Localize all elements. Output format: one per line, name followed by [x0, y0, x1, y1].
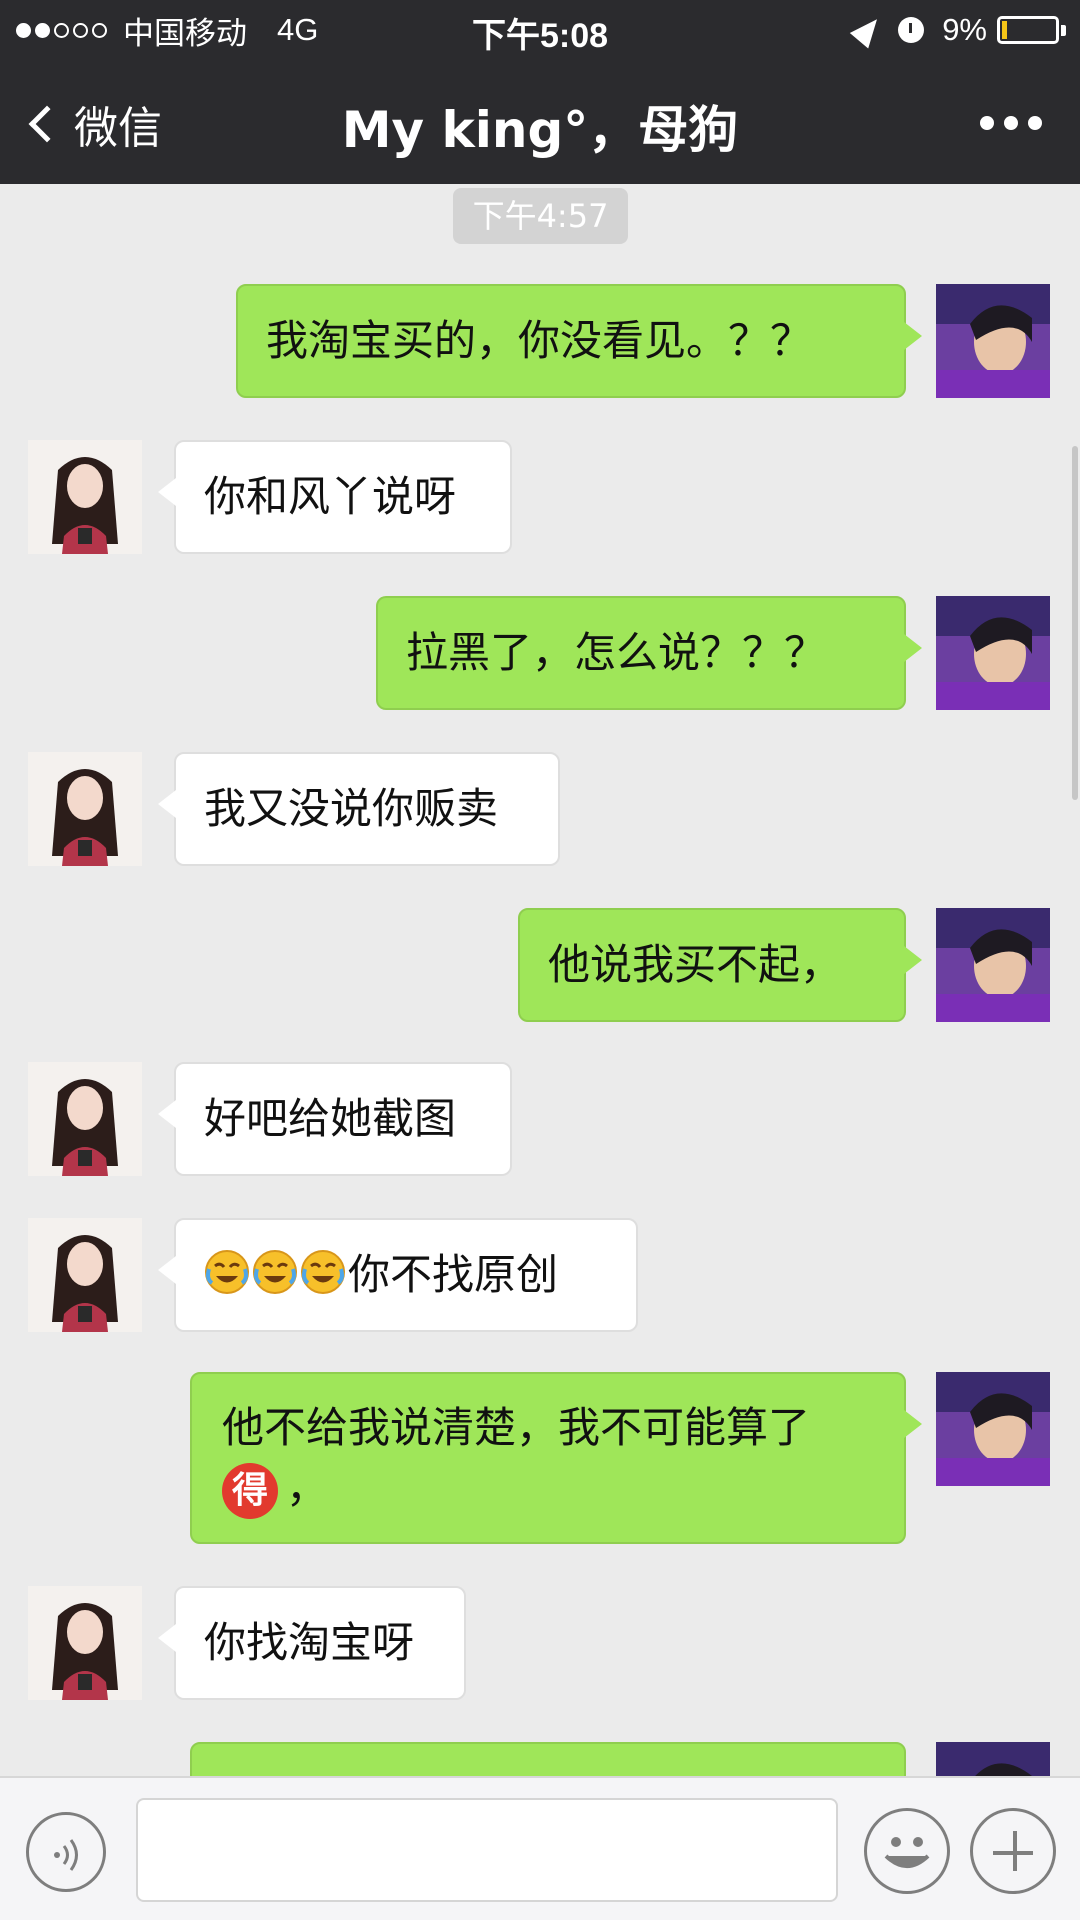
battery-percent: 9% — [942, 12, 987, 47]
alarm-icon — [898, 17, 925, 43]
contact-avatar[interactable] — [28, 1062, 142, 1176]
chat-area[interactable]: 下午4:57 我淘宝买的，你没看见。？？ 你和风丫说呀 拉黑了，怎么说？？？ 我… — [0, 184, 1080, 1776]
chat-title: My king°，母狗 — [341, 101, 739, 159]
contact-avatar[interactable] — [28, 752, 142, 866]
message-text: 拉黑了，怎么说？？？ — [406, 628, 827, 677]
status-bar: 中国移动 4G 下午5:08 9% — [0, 0, 1080, 58]
crying-laugh-emoji-icon — [205, 1250, 249, 1294]
chat-scrollbar[interactable] — [1072, 446, 1078, 800]
crying-laugh-emoji-icon — [301, 1250, 345, 1294]
message-text: 你找淘宝呀 — [204, 1618, 415, 1667]
sent-message-bubble[interactable]: 我淘宝买的，你没看见。？？ — [236, 284, 922, 398]
more-options-button[interactable] — [970, 116, 1042, 130]
more-dot-icon — [980, 116, 994, 130]
contact-avatar[interactable] — [28, 1218, 142, 1332]
voice-input-button[interactable] — [26, 1812, 106, 1892]
message-text: 我又没说你贩卖 — [204, 784, 499, 833]
sent-message-bubble[interactable]: 他说我买不起， — [518, 908, 922, 1022]
de-badge-icon: 得 — [222, 1462, 278, 1519]
more-dot-icon — [1004, 116, 1018, 130]
battery-icon — [997, 16, 1066, 44]
message-text: 好吧给她截图 — [204, 1094, 457, 1143]
message-text: 我淘宝买的，你没看见。？？ — [266, 316, 813, 365]
contact-avatar[interactable] — [28, 1586, 142, 1700]
self-avatar[interactable] — [936, 908, 1050, 1022]
message-text-suffix: ， — [286, 1463, 329, 1512]
sent-message-bubble[interactable]: 拉黑了，怎么说？？？ — [376, 596, 922, 710]
more-functions-button[interactable] — [970, 1808, 1056, 1894]
emoji-button[interactable] — [864, 1808, 950, 1894]
message-text: 你不找原创 — [348, 1250, 559, 1299]
nav-bar: 微信 My king°，母狗 — [0, 58, 1080, 184]
voice-wave-icon — [54, 1839, 78, 1871]
chat-timestamp: 下午4:57 — [453, 188, 628, 244]
input-bar — [0, 1776, 1080, 1920]
received-message-bubble[interactable]: 你不找原创 — [158, 1218, 638, 1332]
message-text-line: 得， — [222, 1458, 874, 1519]
contact-avatar[interactable] — [28, 440, 142, 554]
self-avatar[interactable] — [936, 1372, 1050, 1486]
battery-fill — [1002, 21, 1007, 39]
self-avatar[interactable] — [936, 1742, 1050, 1776]
location-arrow-icon — [849, 11, 887, 49]
sent-message-bubble[interactable]: 他不给我说清楚，我不可能算了 得， — [190, 1372, 922, 1544]
message-text: 他说我买不起， — [548, 940, 843, 989]
message-text-line: 他不给我说清楚，我不可能算了 — [222, 1403, 811, 1452]
self-avatar[interactable] — [936, 284, 1050, 398]
received-message-bubble[interactable]: 你找淘宝呀 — [158, 1586, 466, 1700]
self-avatar[interactable] — [936, 596, 1050, 710]
crying-laugh-emoji-icon — [253, 1250, 297, 1294]
more-dot-icon — [1028, 116, 1042, 130]
received-message-bubble[interactable]: 我又没说你贩卖 — [158, 752, 560, 866]
sent-message-bubble[interactable] — [190, 1742, 906, 1776]
message-text: 你和风丫说呀 — [204, 472, 457, 521]
received-message-bubble[interactable]: 你和风丫说呀 — [158, 440, 512, 554]
status-right: 9% — [849, 10, 1066, 50]
received-message-bubble[interactable]: 好吧给她截图 — [158, 1062, 512, 1176]
message-input[interactable] — [136, 1798, 838, 1902]
smiley-icon — [884, 1837, 930, 1868]
